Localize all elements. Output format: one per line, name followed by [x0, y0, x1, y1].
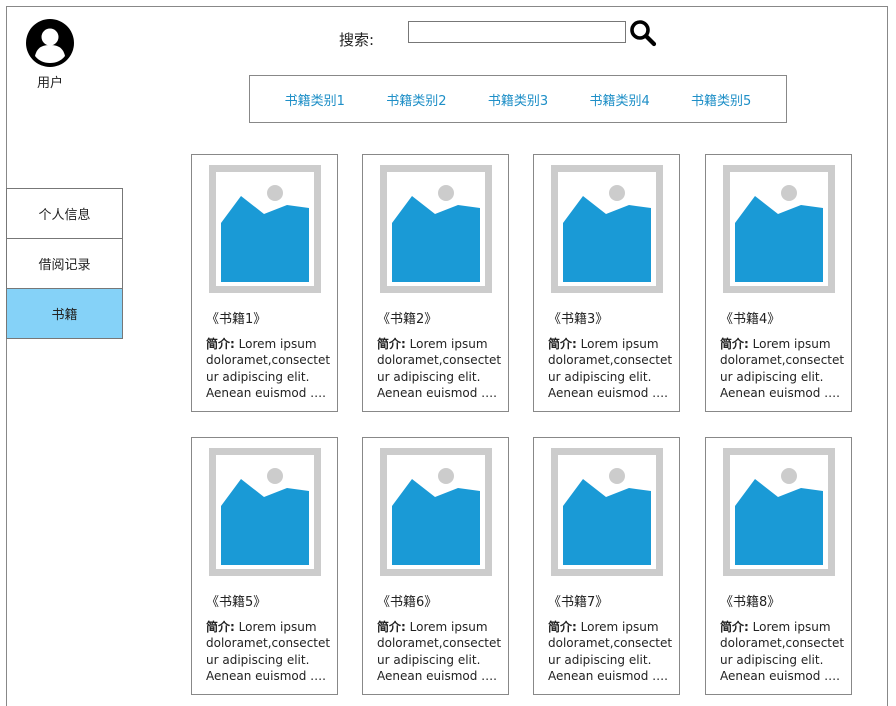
book-description-line: Lorem ipsum — [580, 337, 659, 351]
sidebar: 个人信息 借阅记录 书籍 — [6, 188, 123, 339]
book-description-line: doloramet,consectet — [377, 353, 502, 368]
book-description-label: 简介: — [206, 337, 235, 351]
book-description-line: doloramet,consectet — [720, 636, 845, 651]
book-title: 《书籍7》 — [548, 595, 609, 610]
book-description-line: ur adipiscing elit. — [377, 652, 481, 667]
sidebar-item-borrow-history[interactable]: 借阅记录 — [6, 239, 123, 289]
image-placeholder-icon — [551, 165, 663, 293]
book-description-line: Lorem ipsum — [409, 337, 488, 351]
book-title: 《书籍1》 — [206, 312, 267, 327]
book-description: 简介: Lorem ipsum doloramet,consectet ur adi… — [720, 619, 845, 684]
book-description-line: Aenean euismod …. — [720, 385, 840, 400]
book-title: 《书籍4》 — [720, 312, 781, 327]
book-description: 简介: Lorem ipsum doloramet,consectet ur adi… — [206, 619, 331, 684]
book-description-label: 简介: — [377, 620, 406, 634]
book-description-line: doloramet,consectet — [548, 636, 673, 651]
book-description-line: Aenean euismod …. — [377, 385, 497, 400]
book-description-line: doloramet,consectet — [548, 353, 673, 368]
book-description: 简介: Lorem ipsum doloramet,consectet ur adi… — [548, 336, 673, 401]
user-label: 用户 — [36, 76, 63, 91]
category-link-1[interactable]: 书籍类别1 — [285, 90, 345, 109]
book-description-line: Lorem ipsum — [238, 337, 317, 351]
image-placeholder-icon — [380, 448, 492, 576]
book-card[interactable]: 《书籍7》简介: Lorem ipsum doloramet,consectet u… — [533, 437, 680, 695]
book-title: 《书籍6》 — [377, 595, 438, 610]
book-description-label: 简介: — [548, 620, 577, 634]
book-description: 简介: Lorem ipsum doloramet,consectet ur adi… — [206, 336, 331, 401]
image-placeholder-icon — [209, 448, 321, 576]
book-card[interactable]: 《书籍1》简介: Lorem ipsum doloramet,consectet u… — [191, 154, 338, 412]
search-label: 搜索: — [339, 31, 375, 49]
image-placeholder-icon — [723, 448, 835, 576]
book-description-line: Aenean euismod …. — [548, 385, 668, 400]
book-description: 简介: Lorem ipsum doloramet,consectet ur adi… — [548, 619, 673, 684]
book-description-line: Aenean euismod …. — [548, 668, 668, 683]
book-description-line: doloramet,consectet — [206, 353, 331, 368]
image-placeholder-icon — [551, 448, 663, 576]
book-title: 《书籍8》 — [720, 595, 781, 610]
book-description-label: 简介: — [720, 620, 749, 634]
book-card[interactable]: 《书籍8》简介: Lorem ipsum doloramet,consectet u… — [705, 437, 852, 695]
category-link-4[interactable]: 书籍类别4 — [589, 90, 649, 109]
book-card[interactable]: 《书籍3》简介: Lorem ipsum doloramet,consectet u… — [533, 154, 680, 412]
book-description-label: 简介: — [377, 337, 406, 351]
book-card[interactable]: 《书籍4》简介: Lorem ipsum doloramet,consectet u… — [705, 154, 852, 412]
book-title: 《书籍3》 — [548, 312, 609, 327]
book-description-line: Aenean euismod …. — [206, 668, 326, 683]
book-description-label: 简介: — [548, 337, 577, 351]
category-link-3[interactable]: 书籍类别3 — [488, 90, 548, 109]
book-description-line: ur adipiscing elit. — [548, 652, 652, 667]
category-link-2[interactable]: 书籍类别2 — [386, 90, 446, 109]
book-description-line: Aenean euismod …. — [377, 668, 497, 683]
book-description-line: Lorem ipsum — [238, 620, 317, 634]
image-placeholder-icon — [209, 165, 321, 293]
book-description-line: doloramet,consectet — [206, 636, 331, 651]
book-description-line: ur adipiscing elit. — [720, 369, 824, 384]
user-profile[interactable]: 用户 — [22, 18, 78, 91]
book-title: 《书籍5》 — [206, 595, 267, 610]
book-description-line: Lorem ipsum — [752, 337, 831, 351]
book-description-line: ur adipiscing elit. — [548, 369, 652, 384]
book-card[interactable]: 《书籍5》简介: Lorem ipsum doloramet,consectet u… — [191, 437, 338, 695]
book-card[interactable]: 《书籍6》简介: Lorem ipsum doloramet,consectet u… — [362, 437, 509, 695]
book-description-line: ur adipiscing elit. — [720, 652, 824, 667]
book-description: 简介: Lorem ipsum doloramet,consectet ur adi… — [377, 619, 502, 684]
book-description-line: Lorem ipsum — [752, 620, 831, 634]
search-icon[interactable] — [629, 19, 657, 47]
image-placeholder-icon — [723, 165, 835, 293]
book-description-line: doloramet,consectet — [377, 636, 502, 651]
category-link-5[interactable]: 书籍类别5 — [691, 90, 751, 109]
user-avatar-icon[interactable] — [25, 18, 75, 68]
book-description-line: Lorem ipsum — [580, 620, 659, 634]
book-description-line: Aenean euismod …. — [720, 668, 840, 683]
book-description: 简介: Lorem ipsum doloramet,consectet ur adi… — [377, 336, 502, 401]
image-placeholder-icon — [380, 165, 492, 293]
book-description-line: doloramet,consectet — [720, 353, 845, 368]
sidebar-item-profile[interactable]: 个人信息 — [6, 188, 123, 239]
category-nav: 书籍类别1 书籍类别2 书籍类别3 书籍类别4 书籍类别5 — [249, 75, 787, 123]
book-description-line: ur adipiscing elit. — [206, 652, 310, 667]
search-input[interactable] — [408, 21, 626, 43]
book-description-line: ur adipiscing elit. — [377, 369, 481, 384]
book-description-label: 简介: — [720, 337, 749, 351]
book-description-line: ur adipiscing elit. — [206, 369, 310, 384]
book-card[interactable]: 《书籍2》简介: Lorem ipsum doloramet,consectet u… — [362, 154, 509, 412]
book-title: 《书籍2》 — [377, 312, 438, 327]
book-description-line: Lorem ipsum — [409, 620, 488, 634]
book-description-line: Aenean euismod …. — [206, 385, 326, 400]
book-description-label: 简介: — [206, 620, 235, 634]
sidebar-item-books[interactable]: 书籍 — [6, 289, 123, 339]
book-description: 简介: Lorem ipsum doloramet,consectet ur adi… — [720, 336, 845, 401]
